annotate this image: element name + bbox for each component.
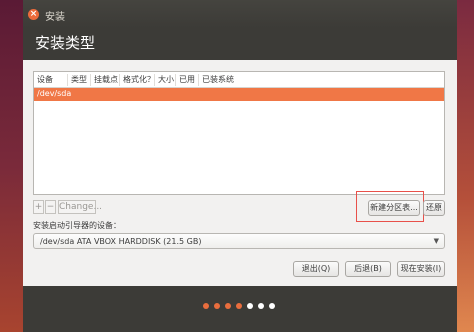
dropdown-arrow-icon: ▼ xyxy=(433,237,439,245)
page-header: 安装类型 xyxy=(23,28,457,60)
partition-table: 设备 类型 挂载点 格式化？ 大小 已用 已装系统 /dev/sda xyxy=(33,71,445,195)
title-bar: × 安装 xyxy=(23,0,457,28)
progress-dot xyxy=(269,303,275,309)
back-button[interactable]: 后退(B) xyxy=(345,261,391,277)
progress-footer xyxy=(23,286,457,332)
add-partition-button[interactable]: + xyxy=(33,200,44,214)
close-icon[interactable]: × xyxy=(28,9,39,20)
progress-dot xyxy=(247,303,253,309)
remove-partition-button[interactable]: − xyxy=(45,200,56,214)
change-partition-button[interactable]: Change... xyxy=(58,200,102,214)
boot-loader-select[interactable]: /dev/sda ATA VBOX HARDDISK (21.5 GB) ▼ xyxy=(33,233,445,249)
boot-loader-label: 安装启动引导器的设备： xyxy=(33,221,121,230)
column-header-used[interactable]: 已用 xyxy=(175,74,195,86)
column-header-format[interactable]: 格式化？ xyxy=(119,74,155,86)
column-header-size[interactable]: 大小 xyxy=(154,74,174,86)
page-title: 安装类型 xyxy=(35,34,96,52)
progress-dot xyxy=(214,303,220,309)
device-cell: /dev/sda xyxy=(37,89,72,98)
table-row[interactable]: /dev/sda xyxy=(34,88,444,101)
revert-button[interactable]: 还原 xyxy=(423,200,445,216)
new-partition-table-button[interactable]: 新建分区表... xyxy=(368,200,420,216)
column-header-mount[interactable]: 挂载点 xyxy=(90,74,118,86)
column-header-device[interactable]: 设备 xyxy=(34,74,53,86)
window-title: 安装 xyxy=(45,12,65,23)
table-header: 设备 类型 挂载点 格式化？ 大小 已用 已装系统 xyxy=(34,72,444,88)
progress-dot xyxy=(225,303,231,309)
progress-dot xyxy=(236,303,242,309)
install-now-button[interactable]: 现在安装(I) xyxy=(397,261,445,277)
column-header-os[interactable]: 已装系统 xyxy=(198,74,234,86)
progress-dot xyxy=(203,303,209,309)
desktop-background-right xyxy=(457,0,474,332)
boot-loader-value: /dev/sda ATA VBOX HARDDISK (21.5 GB) xyxy=(40,237,202,246)
main-content: 设备 类型 挂载点 格式化？ 大小 已用 已装系统 /dev/sda + − C… xyxy=(23,60,457,286)
installer-window: × 安装 安装类型 设备 类型 挂载点 格式化？ 大小 已用 已装系统 /dev… xyxy=(23,0,457,332)
quit-button[interactable]: 退出(Q) xyxy=(293,261,339,277)
column-header-type[interactable]: 类型 xyxy=(67,74,87,86)
progress-dot xyxy=(258,303,264,309)
desktop-background-left xyxy=(0,0,23,332)
